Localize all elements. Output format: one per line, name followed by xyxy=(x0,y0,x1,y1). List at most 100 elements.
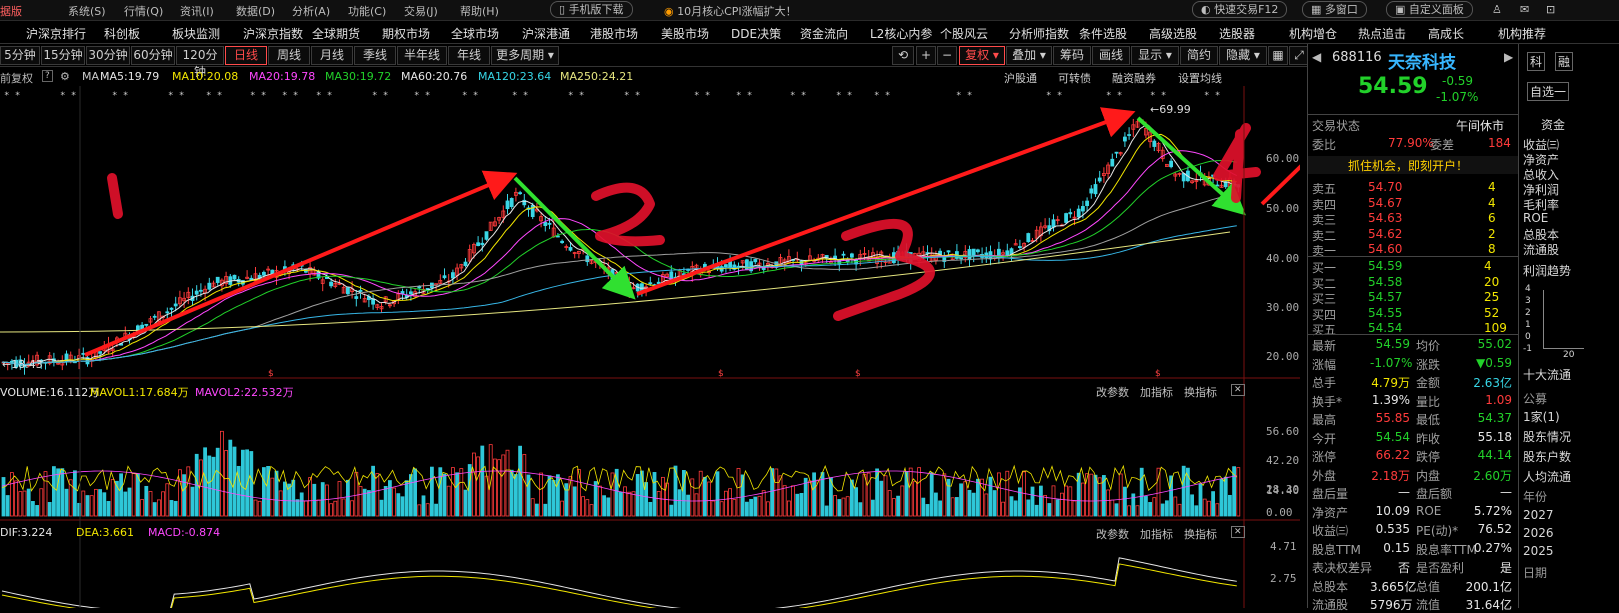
period-monthly[interactable]: 月线 xyxy=(311,46,353,65)
vol-add-indicator[interactable]: 加指标 xyxy=(1140,384,1173,400)
next-stock-icon[interactable]: ▶ xyxy=(1504,50,1513,64)
period-quarterly[interactable]: 季线 xyxy=(354,46,396,65)
multi-window-button[interactable]: ▦ 多窗口 xyxy=(1302,1,1367,18)
volume-bar xyxy=(455,472,460,517)
macd-add-indicator[interactable]: 加指标 xyxy=(1140,526,1173,542)
help-icon[interactable]: ? xyxy=(42,70,53,82)
menu-quote[interactable]: 行情(Q) xyxy=(124,3,163,19)
period-120min[interactable]: 120分钟 xyxy=(176,46,224,79)
menu-function[interactable]: 功能(C) xyxy=(348,3,386,19)
menu-inst-recommend[interactable]: 机构推荐 xyxy=(1498,25,1546,42)
ask-row[interactable]: 卖五 54.70 4 xyxy=(1308,178,1518,196)
fullscreen-icon[interactable]: ⤢ xyxy=(1289,46,1309,65)
promo-banner[interactable]: 抓住机会，即刻开户！ xyxy=(1308,156,1518,174)
menu-data[interactable]: 数据(D) xyxy=(236,3,275,19)
menu-system[interactable]: 系统(S) xyxy=(68,3,106,19)
period-yearly[interactable]: 年线 xyxy=(448,46,490,65)
mobile-download-button[interactable]: ▯ 手机版下载 xyxy=(550,1,633,18)
period-60min[interactable]: 60分钟 xyxy=(131,46,175,65)
chip-button[interactable]: 筹码 xyxy=(1053,46,1091,65)
display-button[interactable]: 显示 ▾ xyxy=(1131,46,1179,65)
link-margin[interactable]: 融资融券 xyxy=(1112,70,1156,86)
bid-row[interactable]: 买二 54.58 20 xyxy=(1308,273,1518,291)
menu-high-growth[interactable]: 高成长 xyxy=(1428,25,1464,42)
mail-icon[interactable]: ✉ xyxy=(1520,3,1529,16)
restore-right-button[interactable]: 复权 ▾ xyxy=(959,46,1005,65)
bid-row[interactable]: 买四 54.55 52 xyxy=(1308,304,1518,322)
signal-marker: * * xyxy=(4,91,20,101)
tab-kechuang[interactable]: 科 xyxy=(1527,52,1546,71)
vol-edit-params[interactable]: 改参数 xyxy=(1096,384,1129,400)
link-convertible[interactable]: 可转债 xyxy=(1058,70,1091,86)
period-more[interactable]: 更多周期 ▾ xyxy=(491,46,559,65)
vol-change-indicator[interactable]: 换指标 xyxy=(1184,384,1217,400)
menu-global-market[interactable]: 全球市场 xyxy=(451,25,499,42)
period-daily[interactable]: 日线 xyxy=(225,46,267,65)
capital-label[interactable]: 资金 xyxy=(1541,116,1565,133)
menu-us-market[interactable]: 美股市场 xyxy=(661,25,709,42)
ask-row[interactable]: 卖一 54.60 8 xyxy=(1308,240,1518,258)
menu-condition-select[interactable]: 条件选股 xyxy=(1079,25,1127,42)
menu-inst-increase[interactable]: 机构增仓 xyxy=(1289,25,1337,42)
period-weekly[interactable]: 周线 xyxy=(268,46,310,65)
ask-volume: 4 xyxy=(1488,195,1496,210)
prev-stock-icon[interactable]: ◀ xyxy=(1312,50,1321,64)
menu-stock-connect[interactable]: 沪深港通 xyxy=(522,25,570,42)
period-15min[interactable]: 15分钟 xyxy=(41,46,85,65)
top10-holders-title[interactable]: 十大流通 xyxy=(1523,366,1571,383)
ask-row[interactable]: 卖四 54.67 4 xyxy=(1308,194,1518,212)
tab-margin[interactable]: 融 xyxy=(1555,52,1574,71)
lock-icon[interactable]: ⊡ xyxy=(1546,3,1555,16)
grid-icon[interactable]: ▦ xyxy=(1268,46,1288,65)
close-icon[interactable]: ✕ xyxy=(1231,526,1245,538)
zoom-out-icon[interactable]: − xyxy=(937,46,957,65)
menu-l2-insider[interactable]: L2核心内参 xyxy=(870,25,932,42)
volume-bar xyxy=(715,471,720,517)
volume-bar xyxy=(1215,503,1220,517)
period-30min[interactable]: 30分钟 xyxy=(86,46,130,65)
close-icon[interactable]: ✕ xyxy=(1231,384,1245,396)
link-ma-settings[interactable]: 设置均线 xyxy=(1178,70,1222,86)
overlay-button[interactable]: 叠加 ▾ xyxy=(1006,46,1052,65)
menu-index[interactable]: 沪深京指数 xyxy=(243,25,303,42)
menu-dde[interactable]: DDE决策 xyxy=(731,25,781,42)
bid-row[interactable]: 买一 54.59 4 xyxy=(1308,257,1518,275)
draw-line-button[interactable]: 画线 xyxy=(1092,46,1130,65)
menu-stock-risk[interactable]: 个股风云 xyxy=(940,25,988,42)
link-hk-connect[interactable]: 沪股通 xyxy=(1004,70,1037,86)
menu-options[interactable]: 期权市场 xyxy=(382,25,430,42)
quick-trade-button[interactable]: ◐ 快速交易F12 xyxy=(1192,1,1288,18)
ask-row[interactable]: 卖三 54.63 6 xyxy=(1308,209,1518,227)
menu-global-futures[interactable]: 全球期货 xyxy=(312,25,360,42)
menu-trade[interactable]: 交易(J) xyxy=(404,3,438,19)
menu-capital-flow[interactable]: 资金流向 xyxy=(800,25,848,42)
profit-trend-title[interactable]: 利润趋势 xyxy=(1523,262,1571,279)
zoom-in-icon[interactable]: + xyxy=(916,46,936,65)
period-halfyear[interactable]: 半年线 xyxy=(397,46,447,65)
menu-ranking[interactable]: 沪深京排行 xyxy=(26,25,86,42)
settings-icon[interactable]: ⚙ xyxy=(60,70,70,83)
menu-help[interactable]: 帮助(H) xyxy=(460,3,499,19)
bid-row[interactable]: 买五 54.54 109 xyxy=(1308,319,1518,337)
menu-analyst-index[interactable]: 分析师指数 xyxy=(1009,25,1069,42)
back-icon[interactable]: ⟲ xyxy=(892,46,914,65)
period-5min[interactable]: 5分钟 xyxy=(0,46,40,65)
menu-analysis[interactable]: 分析(A) xyxy=(292,3,330,19)
ask-row[interactable]: 卖二 54.62 2 xyxy=(1308,225,1518,243)
menu-advanced-select[interactable]: 高级选股 xyxy=(1149,25,1197,42)
menu-stock-selector[interactable]: 选股器 xyxy=(1219,25,1255,42)
menu-sector-monitor[interactable]: 板块监测 xyxy=(172,25,220,42)
user-icon[interactable]: ♙ xyxy=(1492,3,1502,16)
menu-info[interactable]: 资讯(I) xyxy=(180,3,214,19)
macd-edit-params[interactable]: 改参数 xyxy=(1096,526,1129,542)
menu-hotspot[interactable]: 热点追击 xyxy=(1358,25,1406,42)
menu-star-market[interactable]: 科创板 xyxy=(104,25,140,42)
bid-row[interactable]: 买三 54.57 25 xyxy=(1308,288,1518,306)
self-select-button[interactable]: 自选一 xyxy=(1527,82,1570,101)
custom-panel-button[interactable]: ▣ 自定义面板 xyxy=(1386,1,1473,18)
menu-hk-market[interactable]: 港股市场 xyxy=(590,25,638,42)
news-ticker[interactable]: ◉ 10月核心CPI涨幅扩大！ xyxy=(664,3,797,19)
hide-button[interactable]: 隐藏 ▾ xyxy=(1219,46,1267,65)
macd-change-indicator[interactable]: 换指标 xyxy=(1184,526,1217,542)
simple-button[interactable]: 简约 xyxy=(1180,46,1218,65)
